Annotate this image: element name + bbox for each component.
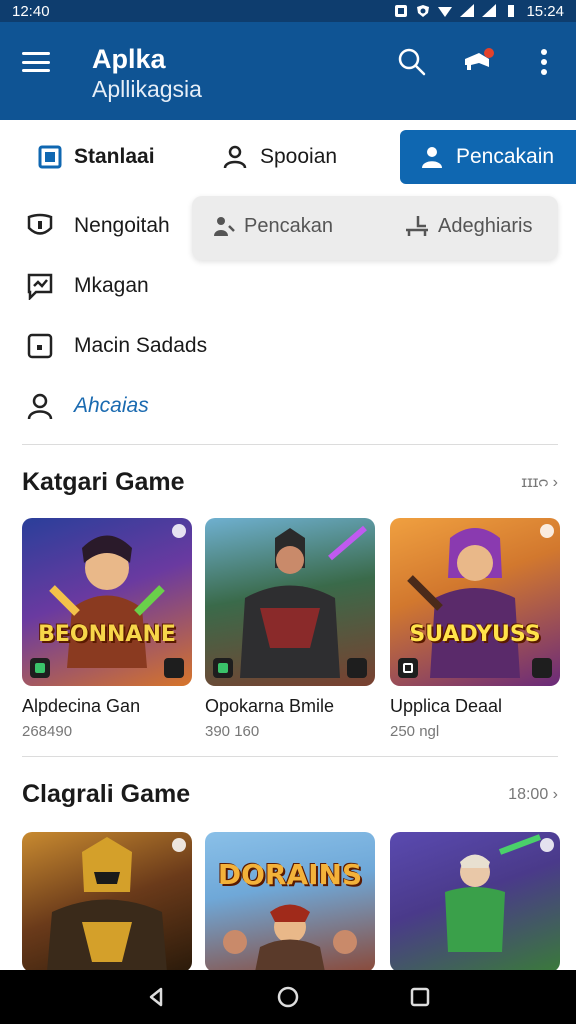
favorite-icon xyxy=(172,838,186,852)
game-thumbnail: DORAINS xyxy=(205,832,375,972)
menu-label: Mkagan xyxy=(74,274,149,297)
tab-label: Stanlaai xyxy=(74,145,155,168)
game-card[interactable] xyxy=(390,832,560,972)
hamburger-menu-icon[interactable] xyxy=(18,48,54,76)
app-bar: Aplka Apllikagsia xyxy=(0,22,576,120)
menu-label: Ahcaias xyxy=(74,394,149,417)
favorite-icon xyxy=(540,838,554,852)
shield-status-icon xyxy=(417,5,430,17)
game-art xyxy=(223,904,357,972)
system-nav-bar xyxy=(0,970,576,1024)
divider xyxy=(22,756,558,757)
recents-icon[interactable] xyxy=(405,982,435,1012)
user-tool-icon xyxy=(214,217,235,236)
chair-icon xyxy=(406,216,428,236)
game-card[interactable]: DORAINS xyxy=(205,832,375,972)
signal-icon-2 xyxy=(482,4,497,17)
chevron-right-icon: › xyxy=(552,786,558,803)
tab-stanlaai[interactable]: Stanlaai xyxy=(38,130,155,184)
game-thumbnail xyxy=(205,518,375,686)
dropdown-menu: Pencakan Adeghiaris xyxy=(192,196,558,260)
section-more-label: ɪɪɪᴒ xyxy=(521,474,549,491)
menu-item-mkagan[interactable]: Mkagan xyxy=(26,272,149,300)
dropdown-item-pencakan[interactable]: Pencakan xyxy=(212,214,333,238)
game-count: 250 ngl xyxy=(390,723,440,740)
dropdown-label: Pencakan xyxy=(244,214,333,237)
app-title: Aplka xyxy=(92,44,166,74)
status-time-right: 15:24 xyxy=(526,2,564,20)
game-card[interactable]: BEONNANE Alpdecina Gan 268490 xyxy=(22,518,192,740)
favorite-icon xyxy=(540,524,554,538)
section-more-link[interactable]: ɪɪɪᴒ › xyxy=(521,474,558,492)
section-more-link[interactable]: 18:00 › xyxy=(508,786,558,804)
signal-icon xyxy=(460,4,475,17)
battery-icon xyxy=(508,5,515,17)
section-more-label: 18:00 xyxy=(508,786,549,803)
game-title: Upplica Deaal xyxy=(390,696,503,716)
status-icons: 15:24 xyxy=(394,3,564,20)
platform-badge-icon xyxy=(30,658,50,678)
person-icon xyxy=(422,147,442,168)
tab-spooian[interactable]: Spooian xyxy=(222,130,337,184)
expand-icon xyxy=(164,658,184,678)
game-card[interactable]: Opokarna Bmile 390 160 xyxy=(205,518,375,740)
section-title-katgari: Katgari Game xyxy=(22,468,185,496)
game-thumbnail: SUADYUSS xyxy=(390,518,560,686)
menu-item-nengoitah[interactable]: Nengoitah xyxy=(26,212,170,240)
person-icon xyxy=(223,145,247,169)
game-count: 390 160 xyxy=(205,723,260,740)
game-count: 268490 xyxy=(22,723,73,740)
back-icon[interactable] xyxy=(141,982,171,1012)
search-icon[interactable] xyxy=(394,44,430,80)
game-title: Opokarna Bmile xyxy=(205,696,335,716)
tab-pencakain[interactable]: Pencakain xyxy=(400,130,576,184)
notification-megaphone-icon[interactable] xyxy=(460,44,496,80)
game-thumbnail: BEONNANE xyxy=(22,518,192,686)
tab-label: Pencakain xyxy=(456,145,555,168)
person-icon xyxy=(26,392,54,420)
expand-icon xyxy=(347,658,367,678)
platform-badge-icon xyxy=(398,658,418,678)
section-title-clagrali: Clagrali Game xyxy=(22,780,191,808)
more-options-icon[interactable] xyxy=(526,44,562,80)
notification-icon xyxy=(395,5,408,17)
menu-item-ahcaias[interactable]: Ahcaias xyxy=(26,392,149,420)
game-logo-text: BEONNANE xyxy=(38,622,176,647)
dropdown-label: Adeghiaris xyxy=(438,214,533,237)
game-logo-text: DORAINS xyxy=(217,858,363,891)
game-thumbnail xyxy=(22,832,192,972)
tab-label: Spooian xyxy=(260,145,338,168)
chevron-right-icon: › xyxy=(552,474,558,491)
shield-icon xyxy=(26,212,54,240)
square-dot-icon xyxy=(26,332,54,360)
status-time-left: 12:40 xyxy=(12,2,50,20)
chat-icon xyxy=(26,272,54,300)
game-title: Alpdecina Gan xyxy=(22,696,141,716)
home-icon[interactable] xyxy=(273,982,303,1012)
divider xyxy=(22,444,558,445)
menu-label: Macin Sadads xyxy=(74,334,208,357)
tab-bar: Stanlaai Spooian Pencakain xyxy=(0,120,576,192)
game-card[interactable]: SUADYUSS Upplica Deaal 250 ngl xyxy=(390,518,560,740)
menu-item-macin-sadads[interactable]: Macin Sadads xyxy=(26,332,207,360)
favorite-icon xyxy=(172,524,186,538)
square-icon xyxy=(38,145,62,169)
dropdown-item-adeghiaris[interactable]: Adeghiaris xyxy=(404,214,533,238)
expand-icon xyxy=(532,658,552,678)
status-bar: 12:40 15:24 xyxy=(0,0,576,22)
game-art xyxy=(445,834,542,952)
menu-label: Nengoitah xyxy=(74,214,170,237)
game-art xyxy=(47,837,167,972)
platform-badge-icon xyxy=(213,658,233,678)
game-thumbnail xyxy=(390,832,560,972)
wifi-icon xyxy=(438,7,453,17)
game-logo-text: SUADYUSS xyxy=(409,622,541,647)
game-card[interactable] xyxy=(22,832,192,972)
app-subtitle: Apllikagsia xyxy=(92,76,202,102)
